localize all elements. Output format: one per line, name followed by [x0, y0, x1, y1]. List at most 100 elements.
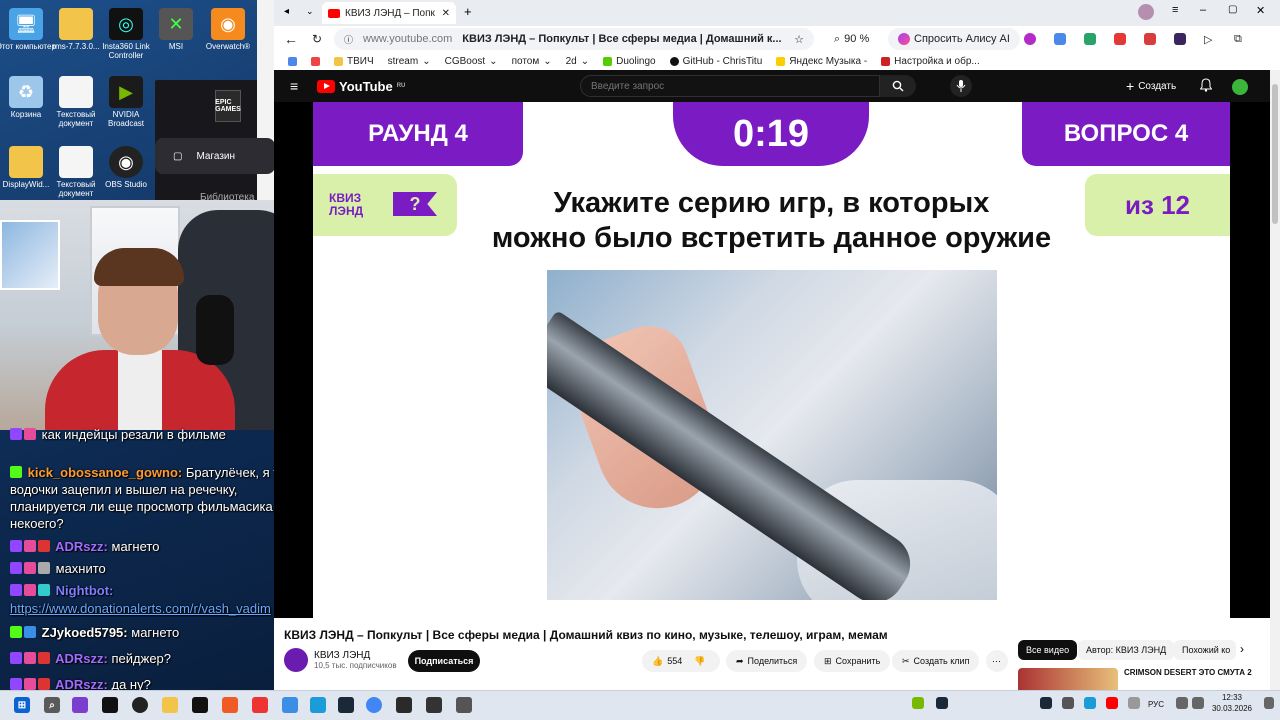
monitor-icon: 🖥 [9, 8, 43, 40]
donation-link[interactable]: https://www.donationalerts.com/r/vash_va… [10, 601, 271, 616]
recommended-video[interactable]: CRIMSON DESERT ЭТО СМУТА 2 [1018, 668, 1258, 690]
volume-icon[interactable] [1192, 697, 1204, 709]
zoom-indicator[interactable]: ⌕ 90 % [834, 29, 869, 49]
hamburger-menu-icon[interactable]: ≡ [290, 78, 298, 94]
channel-name[interactable]: КВИЗ ЛЭНД [314, 650, 397, 661]
language-indicator[interactable]: РУС [1148, 700, 1164, 709]
obs-taskbar-icon[interactable] [132, 697, 148, 713]
wifi-icon[interactable] [1176, 697, 1188, 709]
chip-similar[interactable]: Похожий ко [1174, 640, 1236, 660]
search-icon[interactable]: ⌕ [44, 697, 60, 713]
tray-telegram-icon[interactable] [1084, 697, 1096, 709]
yandex-browser-icon[interactable] [252, 697, 268, 713]
downloads-icon[interactable]: ▷ [1204, 33, 1212, 46]
tab-menu-icon[interactable]: ◂ [284, 6, 289, 17]
url-field[interactable]: ⓘ www.youtube.com КВИЗ ЛЭНД – Попкульт |… [334, 28, 814, 50]
brave-icon[interactable] [222, 697, 238, 713]
extension-icon[interactable] [1174, 33, 1186, 45]
desktop-icon-obs[interactable]: ◉ OBS Studio [94, 146, 158, 189]
youtube-favicon-icon [328, 8, 340, 18]
bookmark-2d[interactable]: 2d ⌄ [566, 56, 590, 67]
app-icon[interactable] [192, 697, 208, 713]
start-button-icon[interactable]: ⊞ [14, 697, 30, 713]
telegram-icon[interactable] [310, 697, 326, 713]
channel-avatar[interactable] [284, 648, 308, 672]
extension-icon[interactable] [1114, 33, 1126, 45]
chip-all-videos[interactable]: Все видео [1018, 640, 1078, 660]
terminal-icon[interactable] [426, 697, 442, 713]
bookmark-yandex-music[interactable]: Яндекс Музыка - [776, 56, 867, 67]
bookmark-gmail[interactable] [311, 56, 320, 66]
alice-button[interactable]: Спросить Алису AI [888, 28, 1020, 50]
chevron-down-icon[interactable]: ⌄ [306, 6, 314, 17]
chip-author[interactable]: Автор: КВИЗ ЛЭНД [1078, 640, 1175, 660]
app-icon[interactable] [72, 697, 88, 713]
bookmark-cgboost[interactable]: CGBoost ⌄ [445, 56, 498, 67]
notification-center-icon[interactable] [1264, 697, 1274, 709]
tray-up-arrow-icon[interactable] [1128, 697, 1140, 709]
close-window-icon[interactable]: ✕ [1256, 4, 1265, 17]
save-button[interactable]: ⊞ Сохранить [814, 650, 891, 672]
bookmark-duolingo[interactable]: Duolingo [603, 56, 656, 67]
tray-app-icon[interactable] [1062, 697, 1074, 709]
system-clock[interactable]: 12:33 30.03.2026 [1208, 692, 1256, 714]
youtube-logo[interactable]: YouTube RU [317, 79, 405, 94]
like-button[interactable]: 👍 554 [652, 656, 682, 667]
back-icon[interactable]: ← [284, 31, 298, 47]
desktop-icon-overwatch[interactable]: ◉ Overwatch® [196, 8, 260, 51]
document-icon [59, 76, 93, 108]
subscribe-button[interactable]: Подписаться [408, 650, 480, 672]
thumbs-down-icon[interactable]: 👎 [694, 656, 705, 667]
bookmark-later[interactable]: потом ⌄ [512, 56, 552, 67]
extension-icon[interactable] [1144, 33, 1156, 45]
search-input[interactable] [580, 75, 880, 97]
app-icon[interactable] [282, 697, 298, 713]
close-icon[interactable]: ✕ [442, 8, 450, 19]
tab-active-youtube[interactable]: КВИЗ ЛЭНД – Попк ✕ [322, 2, 456, 24]
bookmark-tasks[interactable] [288, 56, 297, 66]
steam-icon[interactable] [338, 697, 354, 713]
bookmark-settings[interactable]: Настройка и обр... [881, 56, 980, 67]
twitch-badge-icon [10, 428, 22, 440]
video-player[interactable]: РАУНД 4 0:19 ВОПРОС 4 КВИЗ ЛЭНД ? из 12 … [274, 102, 1270, 618]
bookmark-stream[interactable]: stream ⌄ [388, 56, 431, 67]
voice-search-button[interactable] [950, 75, 972, 97]
tray-steam-icon[interactable] [936, 697, 948, 709]
share-button[interactable]: ➦ Поделиться [726, 650, 808, 672]
create-button[interactable]: + Создать [1126, 78, 1176, 94]
channel-info[interactable]: КВИЗ ЛЭНД 10,5 тыс. подписчиков [284, 648, 397, 672]
clip-button[interactable]: ✂ Создать клип [892, 650, 980, 672]
page-scrollbar[interactable] [1270, 70, 1280, 690]
user-avatar[interactable] [1232, 79, 1248, 95]
extensions-icon[interactable]: ⧉ [1234, 33, 1242, 46]
bookmark-github[interactable]: GitHub - ChrisTitu [669, 56, 762, 67]
desktop-icon-nvidia-broadcast[interactable]: ▶ NVIDIA Broadcast [94, 76, 158, 128]
chat-message: ADRszz: пейджер? [10, 650, 302, 667]
app-icon[interactable] [102, 697, 118, 713]
reload-icon[interactable]: ↻ [312, 32, 322, 46]
app-icon[interactable] [456, 697, 472, 713]
tray-nvidia-icon[interactable] [912, 697, 924, 709]
minimize-icon[interactable]: – [1200, 4, 1206, 16]
maximize-icon[interactable]: ▢ [1228, 4, 1237, 15]
more-actions-button[interactable]: ⋯ [986, 650, 1008, 672]
file-explorer-icon[interactable] [162, 697, 178, 713]
chevron-right-icon[interactable]: › [1240, 642, 1244, 656]
extension-icon[interactable] [1054, 33, 1066, 45]
chrome-icon[interactable] [366, 697, 382, 713]
microphone [196, 295, 234, 365]
notifications-bell-icon[interactable] [1200, 78, 1212, 92]
scrollbar-thumb[interactable] [1272, 84, 1278, 224]
extension-icon[interactable] [1024, 33, 1036, 45]
profile-avatar-icon[interactable] [1138, 4, 1154, 20]
new-tab-icon[interactable]: + [464, 4, 472, 19]
bookmark-icon[interactable]: ☆ [794, 33, 804, 46]
search-button[interactable] [880, 75, 916, 97]
extension-icon[interactable] [1084, 33, 1096, 45]
tray-youtube-icon[interactable] [1106, 697, 1118, 709]
epic-games-icon[interactable] [396, 697, 412, 713]
epic-store-nav[interactable]: ▢ Магазин [155, 138, 275, 174]
menu-icon[interactable]: ≡ [1172, 4, 1178, 16]
bookmark-twitch[interactable]: ТВИЧ [334, 56, 374, 67]
tray-steam-icon[interactable] [1040, 697, 1052, 709]
